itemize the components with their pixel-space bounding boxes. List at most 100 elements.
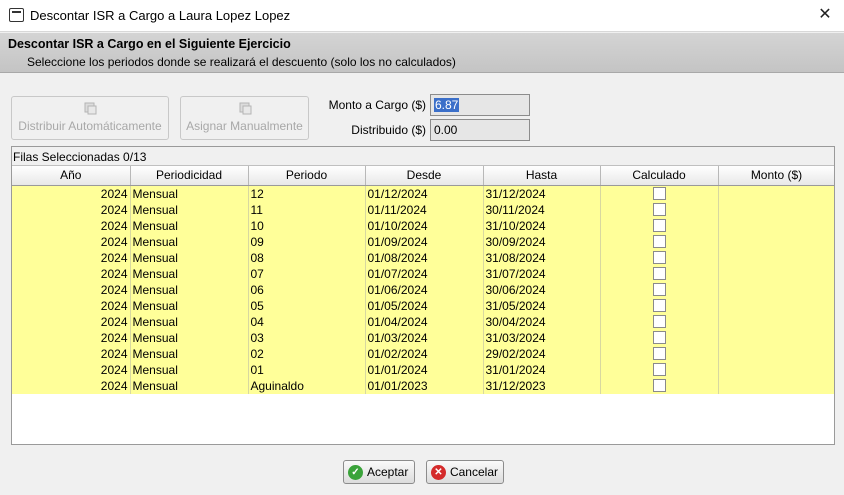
assign-manual-button[interactable]: Asignar Manualmente [180,96,309,140]
cell-calculado[interactable] [600,377,719,394]
calculado-checkbox[interactable] [652,315,666,329]
cell-monto [718,185,834,202]
table-row[interactable]: 2024 Mensual 05 01/05/2024 31/05/2024 [12,297,834,314]
col-monto[interactable]: Monto ($) [718,166,834,186]
cell-calculado[interactable] [600,249,719,266]
cell-calculado[interactable] [600,281,719,298]
table-row[interactable]: 2024 Mensual 10 01/10/2024 31/10/2024 [12,217,834,234]
cell-monto [718,201,834,218]
cell-calculado[interactable] [600,345,719,362]
cell-periodicidad: Mensual [130,281,249,298]
calculado-checkbox[interactable] [652,187,666,201]
calculado-checkbox[interactable] [652,363,666,377]
col-periodicidad[interactable]: Periodicidad [130,166,249,186]
table-row[interactable]: 2024 Mensual Aguinaldo 01/01/2023 31/12/2023 [12,377,834,394]
cell-hasta: 31/12/2023 [483,377,601,394]
cell-desde: 01/11/2024 [365,201,484,218]
col-desde[interactable]: Desde [365,166,484,186]
selected-rows-info: Filas Seleccionadas 0/13 [12,147,834,166]
cell-monto [718,281,834,298]
cell-calculado[interactable] [600,185,719,202]
table-row[interactable]: 2024 Mensual 01 01/01/2024 31/01/2024 [12,361,834,378]
cell-monto [718,249,834,266]
col-anio[interactable]: Año [12,166,131,186]
cell-anio: 2024 [12,249,131,266]
window-icon [9,8,24,22]
table-row[interactable]: 2024 Mensual 07 01/07/2024 31/07/2024 [12,265,834,282]
cell-monto [718,297,834,314]
cell-periodicidad: Mensual [130,313,249,330]
cell-desde: 01/02/2024 [365,345,484,362]
cell-anio: 2024 [12,265,131,282]
cell-calculado[interactable] [600,265,719,282]
calculado-checkbox[interactable] [652,331,666,345]
cell-periodicidad: Mensual [130,265,249,282]
calculado-checkbox[interactable] [652,347,666,361]
cell-periodicidad: Mensual [130,297,249,314]
cell-periodicidad: Mensual [130,217,249,234]
table-row[interactable]: 2024 Mensual 06 01/06/2024 30/06/2024 [12,281,834,298]
calculado-checkbox[interactable] [652,283,666,297]
calculado-checkbox[interactable] [652,203,666,217]
header-band: Descontar ISR a Cargo en el Siguiente Ej… [0,33,844,73]
header-row: Año Periodicidad Periodo Desde Hasta Cal… [12,166,834,186]
cell-hasta: 30/09/2024 [483,233,601,250]
cell-desde: 01/07/2024 [365,265,484,282]
accept-label: Aceptar [367,465,409,479]
table-row[interactable]: 2024 Mensual 03 01/03/2024 31/03/2024 [12,329,834,346]
calculado-checkbox[interactable] [652,251,666,265]
cell-anio: 2024 [12,297,131,314]
cell-periodo: 02 [248,345,366,362]
table-row[interactable]: 2024 Mensual 12 01/12/2024 31/12/2024 [12,185,834,202]
table-row[interactable]: 2024 Mensual 02 01/02/2024 29/02/2024 [12,345,834,362]
cell-calculado[interactable] [600,361,719,378]
x-circle-icon: ✕ [431,464,446,480]
calculado-checkbox[interactable] [652,379,666,393]
cell-hasta: 30/11/2024 [483,201,601,218]
cell-hasta: 31/03/2024 [483,329,601,346]
calculado-checkbox[interactable] [652,235,666,249]
cancel-button[interactable]: ✕ Cancelar [426,460,504,484]
calculado-checkbox[interactable] [652,267,666,281]
cell-calculado[interactable] [600,297,719,314]
cell-desde: 01/04/2024 [365,313,484,330]
table-row[interactable]: 2024 Mensual 09 01/09/2024 30/09/2024 [12,233,834,250]
cell-anio: 2024 [12,377,131,394]
cell-periodo: 01 [248,361,366,378]
close-icon[interactable]: ✕ [814,4,836,26]
cell-hasta: 31/10/2024 [483,217,601,234]
col-periodo[interactable]: Periodo [248,166,366,186]
cell-desde: 01/01/2023 [365,377,484,394]
col-calculado[interactable]: Calculado [600,166,719,186]
cell-hasta: 31/01/2024 [483,361,601,378]
distribute-auto-button[interactable]: Distribuir Automáticamente [11,96,169,140]
cell-calculado[interactable] [600,201,719,218]
cell-periodo: 10 [248,217,366,234]
title-bar: Descontar ISR a Cargo a Laura Lopez Lope… [0,0,844,32]
cell-desde: 01/01/2024 [365,361,484,378]
table-row[interactable]: 2024 Mensual 04 01/04/2024 30/04/2024 [12,313,834,330]
cell-calculado[interactable] [600,313,719,330]
calculado-checkbox[interactable] [652,299,666,313]
cell-calculado[interactable] [600,217,719,234]
cell-anio: 2024 [12,281,131,298]
calculado-checkbox[interactable] [652,219,666,233]
cell-hasta: 31/12/2024 [483,185,601,202]
distribuido-field[interactable]: 0.00 [430,119,530,141]
cell-desde: 01/05/2024 [365,297,484,314]
cell-calculado[interactable] [600,329,719,346]
accept-button[interactable]: ✓ Aceptar [343,460,415,484]
cell-periodicidad: Mensual [130,345,249,362]
col-hasta[interactable]: Hasta [483,166,601,186]
table-row[interactable]: 2024 Mensual 11 01/11/2024 30/11/2024 [12,201,834,218]
distribute-auto-label: Distribuir Automáticamente [18,119,162,133]
monto-cargo-field[interactable]: 6.87 [430,94,530,116]
cell-monto [718,377,834,394]
periods-grid[interactable]: Filas Seleccionadas 0/13 Año Periodicida… [11,146,835,445]
table-row[interactable]: 2024 Mensual 08 01/08/2024 31/08/2024 [12,249,834,266]
cell-anio: 2024 [12,185,131,202]
cell-periodicidad: Mensual [130,233,249,250]
cell-hasta: 31/07/2024 [483,265,601,282]
cell-calculado[interactable] [600,233,719,250]
cell-periodo: 09 [248,233,366,250]
